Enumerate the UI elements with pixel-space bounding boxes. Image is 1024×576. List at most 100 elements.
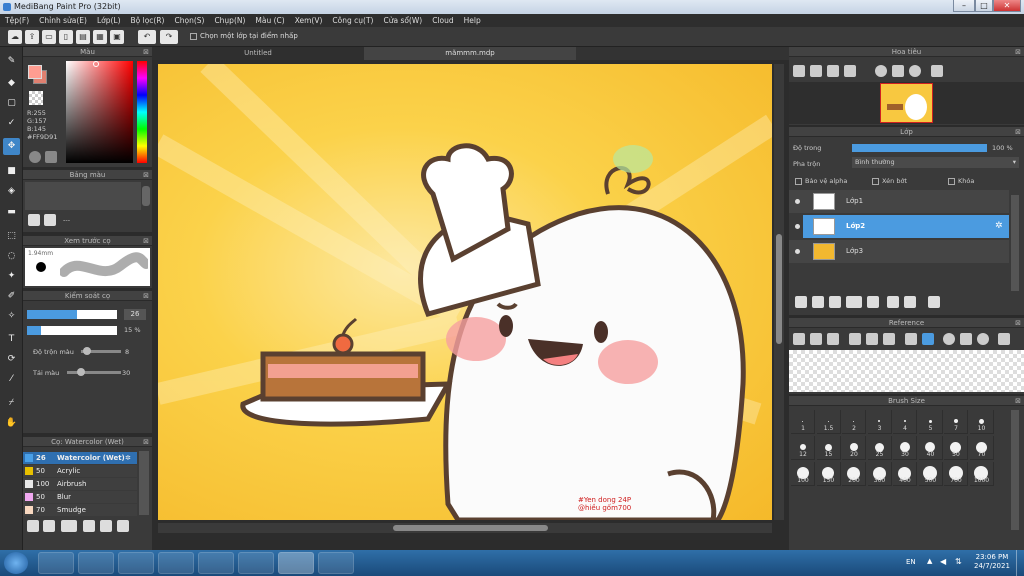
panel-close-icon[interactable]: ⊠ xyxy=(1015,127,1021,137)
clipping-checkbox[interactable] xyxy=(872,177,879,185)
panel-close-icon[interactable]: ⊠ xyxy=(143,236,149,246)
color-wheel-icon[interactable] xyxy=(29,151,41,163)
eye-icon[interactable] xyxy=(795,249,800,254)
hand-icon[interactable] xyxy=(922,333,934,345)
reload-slider[interactable] xyxy=(67,368,121,376)
rotate-left-icon[interactable] xyxy=(943,333,955,345)
brush-size-cell[interactable]: 15 xyxy=(816,436,841,460)
move-tool-icon[interactable]: ✥ xyxy=(3,138,20,155)
panel-close-icon[interactable]: ⊠ xyxy=(143,291,149,301)
doc-tab-untitled[interactable]: Untitled xyxy=(152,47,364,60)
chrome-icon[interactable] xyxy=(158,552,194,574)
menu-help[interactable]: Help xyxy=(459,16,486,25)
panel-close-icon[interactable]: ⊠ xyxy=(143,170,149,180)
palette-icon[interactable] xyxy=(45,151,57,163)
layer-row[interactable]: Lớp1 xyxy=(789,190,1009,213)
select-eraser-tool-icon[interactable]: ✧ xyxy=(3,308,20,325)
brush-size-cell[interactable]: 3 xyxy=(867,410,892,434)
brush-size-cell[interactable]: 40 xyxy=(918,436,943,460)
new-palette-icon[interactable] xyxy=(28,214,40,226)
brush-size-cell[interactable]: 1 xyxy=(791,410,815,434)
hue-slider[interactable] xyxy=(137,61,147,163)
copy-brush-icon[interactable] xyxy=(61,520,77,532)
menu-tools[interactable]: Công cụ(T) xyxy=(327,16,378,25)
saturation-picker[interactable] xyxy=(66,61,133,163)
word-icon[interactable] xyxy=(238,552,274,574)
brush-opacity-bar[interactable] xyxy=(27,326,117,335)
eyedropper-icon[interactable] xyxy=(905,333,917,345)
zoom-out-icon[interactable] xyxy=(883,333,895,345)
network-icon[interactable]: ⇅ xyxy=(955,557,962,566)
open-file-icon[interactable] xyxy=(810,333,822,345)
new-8bit-layer-icon[interactable] xyxy=(829,296,841,308)
close-icon[interactable] xyxy=(827,333,839,345)
select-tool-icon[interactable]: ⬚ xyxy=(3,228,20,245)
brush-size-cell[interactable]: 50 xyxy=(944,436,968,460)
menu-edit[interactable]: Chỉnh sửa(E) xyxy=(34,16,92,25)
add-layer-menu-icon[interactable] xyxy=(846,296,862,308)
duplicate-icon[interactable] xyxy=(100,520,112,532)
new-halftone-layer-icon[interactable] xyxy=(812,296,824,308)
reset-rotate-icon[interactable] xyxy=(892,65,904,77)
duplicate-layer-icon[interactable] xyxy=(887,296,899,308)
brush-size-cell[interactable]: 25 xyxy=(867,436,892,460)
folder-icon[interactable] xyxy=(867,296,879,308)
layer-row[interactable]: Lớp3 xyxy=(789,240,1009,263)
flip-icon[interactable] xyxy=(998,333,1010,345)
menu-window[interactable]: Cửa sổ(W) xyxy=(378,16,427,25)
panel-close-icon[interactable]: ⊠ xyxy=(143,47,149,57)
brush-size-bar[interactable] xyxy=(27,310,117,319)
blend-slider[interactable] xyxy=(81,347,121,355)
eraser-tool-icon[interactable]: ◆ xyxy=(3,75,20,92)
brush-size-cell[interactable]: 30 xyxy=(893,436,917,460)
operation-tool-icon[interactable]: ⟳ xyxy=(3,351,20,368)
primary-color-display[interactable] xyxy=(28,65,42,79)
rotate-left-icon[interactable] xyxy=(875,65,887,77)
brush-size-cell[interactable]: 5 xyxy=(918,410,943,434)
lock-checkbox[interactable] xyxy=(948,177,955,185)
gear-icon[interactable]: ✲ xyxy=(125,452,131,464)
brush-list-item[interactable]: 50 Acrylic xyxy=(23,465,137,477)
drawing-canvas[interactable]: #Yen dong 24P @hiều gốm700 xyxy=(158,64,772,520)
layer-row-selected[interactable]: Lớp2 ✲ xyxy=(795,215,1009,238)
menu-filter[interactable]: Bộ lọc(R) xyxy=(126,16,170,25)
brush-size-cell[interactable]: 2 xyxy=(842,410,866,434)
volume-icon[interactable]: ◀ xyxy=(940,557,946,566)
palette-area[interactable] xyxy=(25,182,141,210)
hand-tool-icon[interactable]: ✋ xyxy=(3,415,20,432)
rotate-right-icon[interactable] xyxy=(977,333,989,345)
brush-size-cell[interactable]: 1000 xyxy=(969,462,994,486)
reset-rotate-icon[interactable] xyxy=(960,333,972,345)
show-desktop-button[interactable] xyxy=(1016,550,1024,576)
zoom-in-icon[interactable] xyxy=(793,65,805,77)
menu-view[interactable]: Xem(V) xyxy=(290,16,328,25)
brush-list-item[interactable]: 26 Watercolor (Wet) ✲ xyxy=(23,452,137,464)
check-tool-icon[interactable]: ✓ xyxy=(3,115,20,132)
layer-scrollbar[interactable] xyxy=(1011,195,1019,291)
brush-size-cell[interactable]: 10 xyxy=(969,410,994,434)
horizontal-scrollbar[interactable] xyxy=(158,523,772,533)
brush-size-cell[interactable]: 70 xyxy=(969,436,994,460)
select-layer-checkbox[interactable] xyxy=(190,32,197,40)
divide-tool-icon[interactable]: ⁄ xyxy=(3,371,20,388)
dot-tool-icon[interactable]: ▢ xyxy=(3,95,20,112)
flip-icon[interactable] xyxy=(931,65,943,77)
add-brush-icon[interactable] xyxy=(27,520,39,532)
brush-list-item[interactable]: 50 Blur xyxy=(23,491,137,503)
panel-close-icon[interactable]: ⊠ xyxy=(1015,47,1021,57)
delete-brush-icon[interactable] xyxy=(117,520,129,532)
maximize-button[interactable]: □ xyxy=(975,0,993,12)
brush-size-cell[interactable]: 7 xyxy=(944,410,968,434)
eye-icon[interactable] xyxy=(795,224,800,229)
panel-close-icon[interactable]: ⊠ xyxy=(143,437,149,447)
gradient-tool-icon[interactable]: ▬ xyxy=(3,204,20,221)
minimize-button[interactable]: – xyxy=(953,0,975,12)
cloud-icon[interactable]: ☁ xyxy=(8,30,22,44)
trash-icon[interactable] xyxy=(44,214,56,226)
actual-size-icon[interactable] xyxy=(827,65,839,77)
select-layer-option[interactable]: Chọn một lớp tại điểm nhấp xyxy=(190,32,298,40)
doc-tab-active[interactable]: mămmm.mdp xyxy=(364,47,576,60)
bucket-tool-icon[interactable]: ◈ xyxy=(3,183,20,200)
panel-close-icon[interactable]: ⊠ xyxy=(1015,318,1021,328)
text-tool-icon[interactable]: T xyxy=(3,331,20,348)
